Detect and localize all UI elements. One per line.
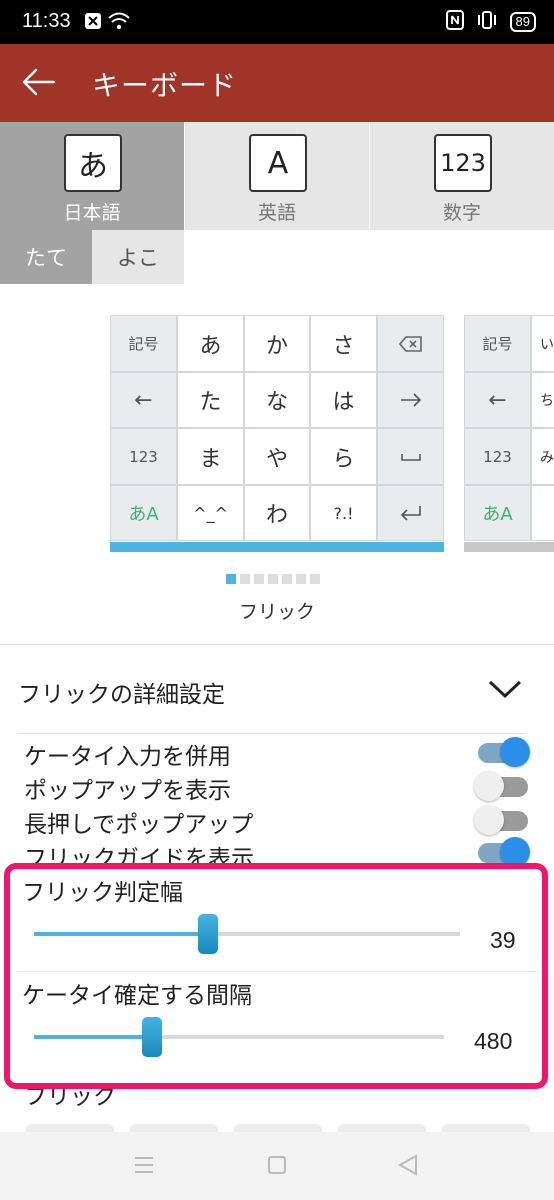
key-chi: ち — [531, 372, 554, 428]
tab-numeric[interactable]: 123 数字 — [370, 122, 554, 230]
toggle-label: ケータイ入力を併用 — [24, 744, 231, 770]
key-sa: さ — [310, 315, 377, 372]
home-icon[interactable] — [268, 1156, 286, 1178]
battery-indicator: 89 — [509, 12, 536, 32]
key-input-mode-label: あA — [128, 504, 159, 525]
key-ka: か — [244, 315, 310, 372]
key-symbols: 記号 — [110, 315, 177, 372]
tab-portrait[interactable]: たて — [0, 230, 92, 284]
status-bar: 11:33 89 — [0, 0, 554, 44]
space-icon — [377, 428, 444, 485]
key-ha: は — [310, 372, 377, 428]
nfc-icon — [445, 10, 464, 34]
key-emoticon: ^_^ — [177, 485, 244, 541]
english-keyboard-icon: A — [249, 134, 307, 192]
page-dot — [240, 574, 250, 584]
japanese-keyboard-icon: あ — [64, 134, 122, 192]
input-mode-label: フリック — [238, 601, 315, 623]
flick-settings-title: フリックの詳細設定 — [18, 682, 225, 708]
page-dot-active — [226, 574, 236, 584]
key-symbols: 記号 — [464, 315, 531, 372]
keyboard-layout-preview[interactable]: 記号 ← 123 あA あ か さ た な は ま や ら ^_^ わ ?.! — [110, 315, 444, 552]
notification-icon — [84, 12, 102, 34]
tab-english[interactable]: A 英語 — [185, 122, 369, 230]
key-ta: た — [177, 372, 244, 428]
key-na: な — [244, 372, 310, 428]
numeric-keyboard-icon: 123 — [434, 134, 492, 192]
back-arrow-icon[interactable] — [22, 62, 56, 102]
back-triangle-icon[interactable] — [397, 1154, 418, 1180]
page-dot — [254, 574, 264, 584]
key-wa: わ — [244, 485, 310, 541]
divider — [18, 733, 526, 734]
toggle-row-long-press-popup: 長押しでポップアップ — [0, 803, 554, 838]
key-a: あ — [177, 315, 244, 372]
toggle-label: 長押しでポップアップ — [24, 812, 254, 838]
app-bar: キーボード — [0, 44, 554, 122]
theme-previews-peek — [0, 1110, 554, 1134]
arrow-right-icon — [377, 372, 444, 428]
key-input-mode: あA — [110, 485, 177, 541]
highlight-frame — [4, 863, 548, 1089]
keyboard-layout-preview-next[interactable]: 記号 ← 123 あA い ち み — [464, 315, 554, 552]
toggle-row-popup: ポップアップを表示 — [0, 769, 554, 804]
key-mi: み — [531, 428, 554, 485]
popup-toggle[interactable] — [474, 771, 528, 801]
menu-icon[interactable] — [134, 1156, 154, 1178]
tab-landscape[interactable]: よこ — [92, 230, 184, 284]
status-time: 11:33 — [22, 10, 71, 32]
backspace-icon — [377, 315, 444, 372]
key-blank — [531, 485, 554, 541]
page-dot — [296, 574, 306, 584]
next-section-label: フリック — [24, 1089, 116, 1110]
system-nav-bar — [0, 1132, 554, 1200]
key-numbers: 123 — [110, 428, 177, 485]
key-ra: ら — [310, 428, 377, 485]
key-punctuation: ?.! — [310, 485, 377, 541]
key-left-arrow: ← — [464, 372, 531, 428]
key-numbers: 123 — [464, 428, 531, 485]
preview-selected-bar — [110, 542, 444, 552]
page-dot — [268, 574, 278, 584]
keitai-input-toggle[interactable] — [476, 737, 530, 767]
key-ya: や — [244, 428, 310, 485]
preview-page-indicator — [226, 574, 320, 584]
page-dot — [310, 574, 320, 584]
page-title: キーボード — [92, 69, 238, 102]
key-i: い — [531, 315, 554, 372]
next-section-peek: フリック — [0, 1089, 554, 1111]
tab-label: 日本語 — [63, 202, 121, 224]
long-press-popup-toggle[interactable] — [474, 805, 528, 835]
page-dot — [282, 574, 292, 584]
key-input-mode: あA — [464, 485, 531, 541]
toggle-row-keitai-input: ケータイ入力を併用 — [0, 735, 554, 770]
tab-label: 英語 — [257, 202, 296, 224]
tab-japanese[interactable]: あ 日本語 — [0, 122, 184, 230]
preview-unselected-bar — [464, 542, 554, 552]
key-ma: ま — [177, 428, 244, 485]
key-left-arrow: ← — [110, 372, 177, 428]
wifi-icon — [108, 12, 130, 34]
chevron-down-icon — [488, 679, 522, 703]
key-input-mode-label: あA — [482, 504, 513, 525]
vibrate-icon — [476, 10, 498, 34]
toggle-label: ポップアップを表示 — [24, 778, 231, 804]
tab-label: 数字 — [442, 202, 481, 224]
flick-settings-header[interactable]: フリックの詳細設定 — [0, 645, 554, 733]
enter-icon — [377, 485, 444, 541]
